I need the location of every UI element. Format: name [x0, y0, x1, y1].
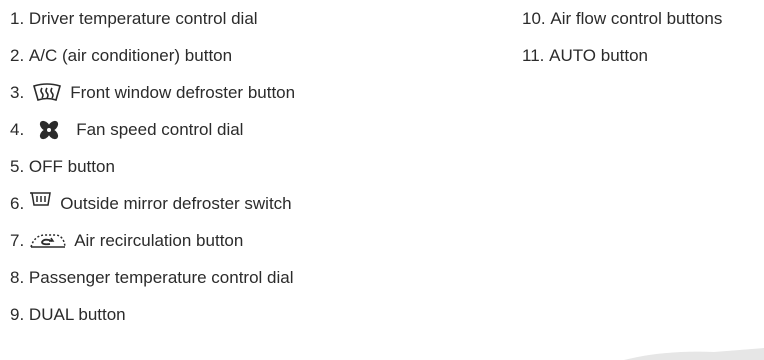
item-label: DUAL button — [28, 305, 126, 324]
item-label: OFF button — [28, 157, 115, 176]
list-item: 3. Front window defroster button — [10, 74, 295, 111]
item-number: 1. — [10, 9, 25, 28]
air-recirculation-icon — [28, 230, 68, 252]
item-label: Fan speed control dial — [76, 120, 244, 139]
list-item: 9. DUAL button — [10, 296, 295, 333]
item-number: 9. — [10, 305, 25, 324]
list-item: 4. Fan speed control dial — [10, 111, 295, 148]
item-label: Air recirculation button — [74, 231, 244, 250]
list-item: 7. Air recirculation button — [10, 222, 295, 259]
list-item: 8. Passenger temperature control dial — [10, 259, 295, 296]
corner-decoration — [624, 348, 764, 360]
list-item: 5. OFF button — [10, 148, 295, 185]
item-label: Passenger temperature control dial — [28, 268, 294, 287]
fan-icon — [38, 119, 60, 141]
list-item: 11. AUTO button — [522, 37, 722, 74]
front-defroster-icon — [32, 82, 62, 104]
item-label: Driver temperature control dial — [28, 9, 258, 28]
item-label: Outside mirror defroster switch — [60, 194, 292, 213]
item-label: A/C (air conditioner) button — [28, 46, 233, 65]
controls-list-left: 1. Driver temperature control dial 2. A/… — [10, 0, 295, 333]
list-item: 6. Outside mirror defroster switch — [10, 185, 295, 222]
item-label: Front window defroster button — [70, 83, 296, 102]
item-number: 6. — [10, 194, 25, 213]
item-number: 5. — [10, 157, 25, 176]
item-number: 8. — [10, 268, 25, 287]
mirror-defroster-icon — [30, 191, 52, 207]
item-number: 2. — [10, 46, 25, 65]
item-number: 11. — [522, 46, 545, 65]
item-number: 4. — [10, 120, 25, 139]
item-number: 7. — [10, 231, 25, 250]
item-label: Air flow control buttons — [550, 9, 723, 28]
item-number: 3. — [10, 83, 25, 102]
item-label: AUTO button — [549, 46, 649, 65]
list-item: 10. Air flow control buttons — [522, 0, 722, 37]
list-item: 1. Driver temperature control dial — [10, 0, 295, 37]
item-number: 10. — [522, 9, 546, 28]
list-item: 2. A/C (air conditioner) button — [10, 37, 295, 74]
controls-list-right: 10. Air flow control buttons 11. AUTO bu… — [522, 0, 722, 74]
